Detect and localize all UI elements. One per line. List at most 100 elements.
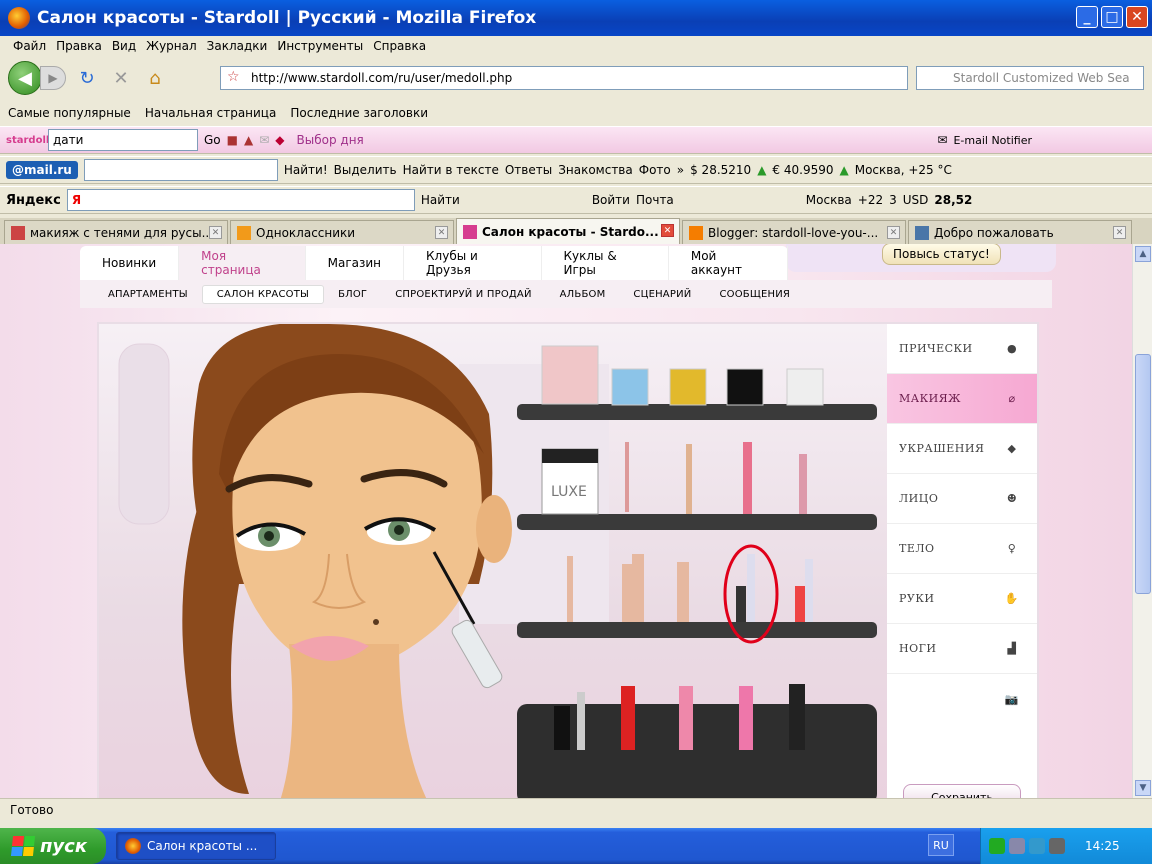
usd-rate: $ 28.5210	[690, 163, 752, 177]
login-button[interactable]: Войти	[592, 193, 630, 207]
category-face[interactable]: ЛИЦО ☻	[887, 474, 1037, 524]
system-tray: 14:25	[980, 828, 1152, 864]
category-body[interactable]: ТЕЛО ♀	[887, 524, 1037, 574]
find-in-text-button[interactable]: Найти в тексте	[403, 163, 499, 177]
envelope-icon[interactable]: ✉	[259, 133, 269, 147]
start-button[interactable]: пуск	[0, 828, 106, 864]
nav-shop[interactable]: Магазин	[306, 246, 405, 280]
reload-icon[interactable]: ↻	[74, 65, 100, 91]
menu-history[interactable]: Журнал	[141, 39, 202, 53]
taskbar-firefox-item[interactable]: Салон красоты ...	[116, 832, 276, 860]
firefox-icon	[8, 7, 30, 29]
vertical-scrollbar[interactable]: ▲ ▼	[1132, 244, 1152, 798]
dice-icon[interactable]: ◆	[275, 133, 284, 147]
save-button[interactable]: Сохранить	[903, 784, 1021, 798]
volume-icon[interactable]	[1049, 838, 1065, 854]
close-button[interactable]: ✕	[1126, 6, 1148, 28]
url-bar[interactable]: ☆ http://www.stardoll.com/ru/user/medoll…	[220, 66, 908, 90]
camera-icon[interactable]: 📷	[999, 684, 1025, 714]
menu-edit[interactable]: Правка	[51, 39, 107, 53]
network-icon[interactable]	[1029, 838, 1045, 854]
window-title: Салон красоты - Stardoll | Русский - Moz…	[37, 8, 537, 28]
eur-rate: € 40.9590	[772, 163, 834, 177]
subnav-blog[interactable]: БЛОГ	[324, 286, 381, 303]
menu-help[interactable]: Справка	[368, 39, 431, 53]
yandex-toolbar: Яндекс Я Найти Войти Почта Москва +22 3 …	[0, 186, 1152, 214]
highlight-button[interactable]: Выделить	[334, 163, 397, 177]
home-icon[interactable]: ⌂	[142, 65, 168, 91]
stardoll-toolbar: stardoll дати Go ■ ▲ ✉ ◆ Выбор дня ✉ E-m…	[0, 126, 1152, 154]
scroll-up-arrow[interactable]: ▲	[1135, 246, 1151, 262]
photo-link[interactable]: Фото	[639, 163, 671, 177]
yandex-logo[interactable]: Яндекс	[6, 193, 61, 208]
title-bar: Салон красоты - Stardoll | Русский - Moz…	[0, 0, 1152, 36]
tab-blogger[interactable]: Blogger: stardoll-love-you-... ✕	[682, 220, 906, 244]
url-text: http://www.stardoll.com/ru/user/medoll.p…	[251, 71, 513, 85]
nav-clubs[interactable]: Клубы и Друзья	[404, 246, 542, 280]
category-feet[interactable]: НОГИ ▟	[887, 624, 1037, 674]
stardoll-logo[interactable]: stardoll	[6, 135, 49, 146]
mailru-logo[interactable]: @mail.ru	[6, 161, 78, 179]
tray-icon-2[interactable]	[1009, 838, 1025, 854]
category-makeup[interactable]: МАКИЯЖ ⌀	[887, 374, 1037, 424]
tab-strip: макияж с тенями для русы... ✕ Одноклассни…	[0, 218, 1152, 244]
sub-nav: АПАРТАМЕНТЫ САЛОН КРАСОТЫ БЛОГ СПРОЕКТИР…	[80, 280, 1052, 308]
nav-my-page[interactable]: Моя страница	[179, 246, 306, 280]
subnav-apartments[interactable]: АПАРТАМЕНТЫ	[94, 286, 202, 303]
firefox-window: Салон красоты - Stardoll | Русский - Moz…	[0, 0, 1152, 828]
menu-file[interactable]: Файл	[8, 39, 51, 53]
maximize-button[interactable]: □	[1101, 6, 1123, 28]
back-button[interactable]: ◀	[8, 61, 42, 95]
scroll-down-arrow[interactable]: ▼	[1135, 780, 1151, 796]
subnav-scenario[interactable]: СЦЕНАРИЙ	[619, 286, 705, 303]
category-hands[interactable]: РУКИ ✋	[887, 574, 1037, 624]
tab-odnoklassniki[interactable]: Одноклассники ✕	[230, 220, 454, 244]
nav-my-account[interactable]: Мой аккаунт	[669, 246, 788, 280]
subnav-messages[interactable]: СООБЩЕНИЯ	[705, 286, 804, 303]
status-text: Готово	[10, 802, 54, 817]
yandex-search-input[interactable]: Я	[66, 189, 415, 211]
menu-view[interactable]: Вид	[107, 39, 141, 53]
clock[interactable]: 14:25	[1085, 839, 1120, 853]
mail-button[interactable]: Почта	[636, 193, 674, 207]
category-hairstyles[interactable]: ПРИЧЕСКИ ●	[887, 324, 1037, 374]
tab-beauty-salon[interactable]: Салон красоты - Stardo... ✕	[456, 218, 680, 244]
menu-tools[interactable]: Инструменты	[272, 39, 368, 53]
forward-button[interactable]: ▶	[40, 66, 66, 90]
scroll-thumb[interactable]	[1135, 354, 1151, 594]
language-indicator[interactable]: RU	[928, 834, 954, 856]
bookmark-latest-headlines[interactable]: Последние заголовки	[290, 106, 428, 120]
tab-makeup-search[interactable]: макияж с тенями для русы... ✕	[4, 220, 228, 244]
subnav-beauty-salon[interactable]: САЛОН КРАСОТЫ	[201, 284, 325, 304]
subnav-design-sell[interactable]: СПРОЕКТИРУЙ И ПРОДАЙ	[381, 286, 545, 303]
menu-bookmarks[interactable]: Закладки	[202, 39, 273, 53]
answers-link[interactable]: Ответы	[505, 163, 552, 177]
cosmetics-shelf: LUXE	[517, 345, 877, 798]
mailru-search-input[interactable]	[83, 159, 278, 181]
search-input[interactable]: Stardoll Customized Web Sea	[916, 66, 1144, 90]
subnav-album[interactable]: АЛЬБОМ	[546, 286, 620, 303]
tray-icon-1[interactable]	[989, 838, 1005, 854]
stardoll-search-input[interactable]: дати	[48, 129, 198, 151]
mailru-find-button[interactable]: Найти!	[284, 163, 328, 177]
yandex-find-button[interactable]: Найти	[421, 193, 460, 207]
yandex-count: 3	[889, 193, 897, 207]
nav-dolls-games[interactable]: Куклы & Игры	[542, 246, 669, 280]
bookmark-popular[interactable]: Самые популярные	[8, 106, 131, 120]
dress-icon[interactable]: ▲	[244, 133, 253, 147]
nav-new[interactable]: Новинки	[80, 246, 180, 280]
weather-text[interactable]: Москва, +25 °C	[855, 163, 952, 177]
go-button[interactable]: Go	[204, 133, 221, 147]
tab-vkontakte[interactable]: Добро пожаловать ✕	[908, 220, 1132, 244]
upgrade-status-button[interactable]: Повысь статус!	[882, 244, 1001, 265]
yandex-temp: +22	[857, 193, 884, 207]
minimize-button[interactable]: _	[1076, 6, 1098, 28]
email-notifier-label[interactable]: E-mail Notifier	[953, 134, 1032, 147]
yandex-city[interactable]: Москва	[806, 193, 852, 207]
stop-icon[interactable]: ✕	[108, 65, 134, 91]
pick-of-day-link[interactable]: Выбор дня	[297, 133, 364, 147]
category-jewelry[interactable]: УКРАШЕНИЯ ◆	[887, 424, 1037, 474]
bag-icon[interactable]: ■	[227, 133, 238, 147]
bookmark-start-page[interactable]: Начальная страница	[145, 106, 277, 120]
dating-link[interactable]: Знакомства	[558, 163, 633, 177]
